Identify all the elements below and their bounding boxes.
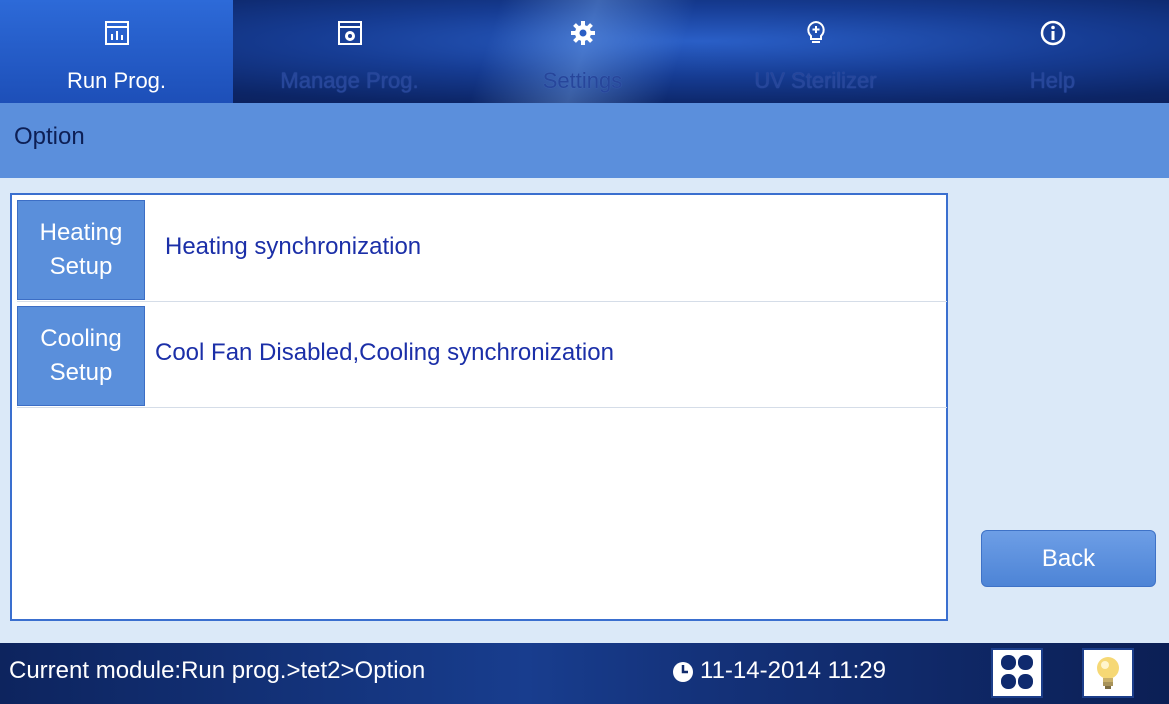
tab-label: Help — [1029, 68, 1076, 93]
option-label-line: Heating — [39, 219, 123, 246]
fan-button[interactable] — [991, 648, 1043, 698]
current-module-text: Current module:Run prog.>tet2>Option — [9, 657, 426, 684]
fan-icon — [1001, 655, 1033, 689]
option-value: Heating synchronization — [165, 233, 422, 260]
tab-uv-sterilizer[interactable]: UV Sterilizer — [699, 0, 932, 103]
light-button[interactable] — [1082, 648, 1134, 698]
tab-manage-prog[interactable]: Manage Prog. — [233, 0, 466, 103]
title-bar: Option — [0, 103, 1169, 178]
lightbulb-plus-icon — [806, 20, 825, 43]
option-label-line: Setup — [49, 359, 113, 386]
tab-label: UV Sterilizer — [754, 68, 877, 93]
info-icon — [1040, 20, 1065, 46]
back-button[interactable]: Back — [981, 530, 1156, 587]
option-row-cooling[interactable]: Cooling Setup Cool Fan Disabled,Cooling … — [17, 303, 947, 408]
tab-settings[interactable]: Settings — [466, 0, 699, 103]
chart-window-icon — [104, 21, 129, 45]
tab-help[interactable]: Help — [936, 0, 1169, 103]
gear-icon — [570, 21, 595, 45]
gear-window-icon — [337, 21, 362, 45]
option-label-line: Setup — [49, 253, 113, 280]
option-row-heating[interactable]: Heating Setup Heating synchronization — [17, 197, 947, 302]
option-value: Cool Fan Disabled,Cooling synchronizatio… — [155, 339, 614, 366]
lightbulb-icon — [1097, 657, 1119, 689]
cooling-setup-button[interactable]: Cooling Setup — [17, 306, 145, 406]
option-panel: Heating Setup Heating synchronization Co… — [10, 193, 948, 621]
clock-icon — [673, 662, 693, 682]
tab-label: Manage Prog. — [280, 68, 419, 93]
top-nav: Run Prog. Manage Prog. Settings UV Steri… — [0, 0, 1169, 103]
option-label-line: Cooling — [40, 325, 122, 352]
heating-setup-button[interactable]: Heating Setup — [17, 200, 145, 300]
tab-label: Settings — [542, 68, 623, 93]
tab-label: Run Prog. — [66, 68, 167, 93]
datetime-text: 11-14-2014 11:29 — [700, 657, 886, 684]
tab-run-prog[interactable]: Run Prog. — [0, 0, 233, 103]
page-title: Option — [14, 123, 85, 150]
